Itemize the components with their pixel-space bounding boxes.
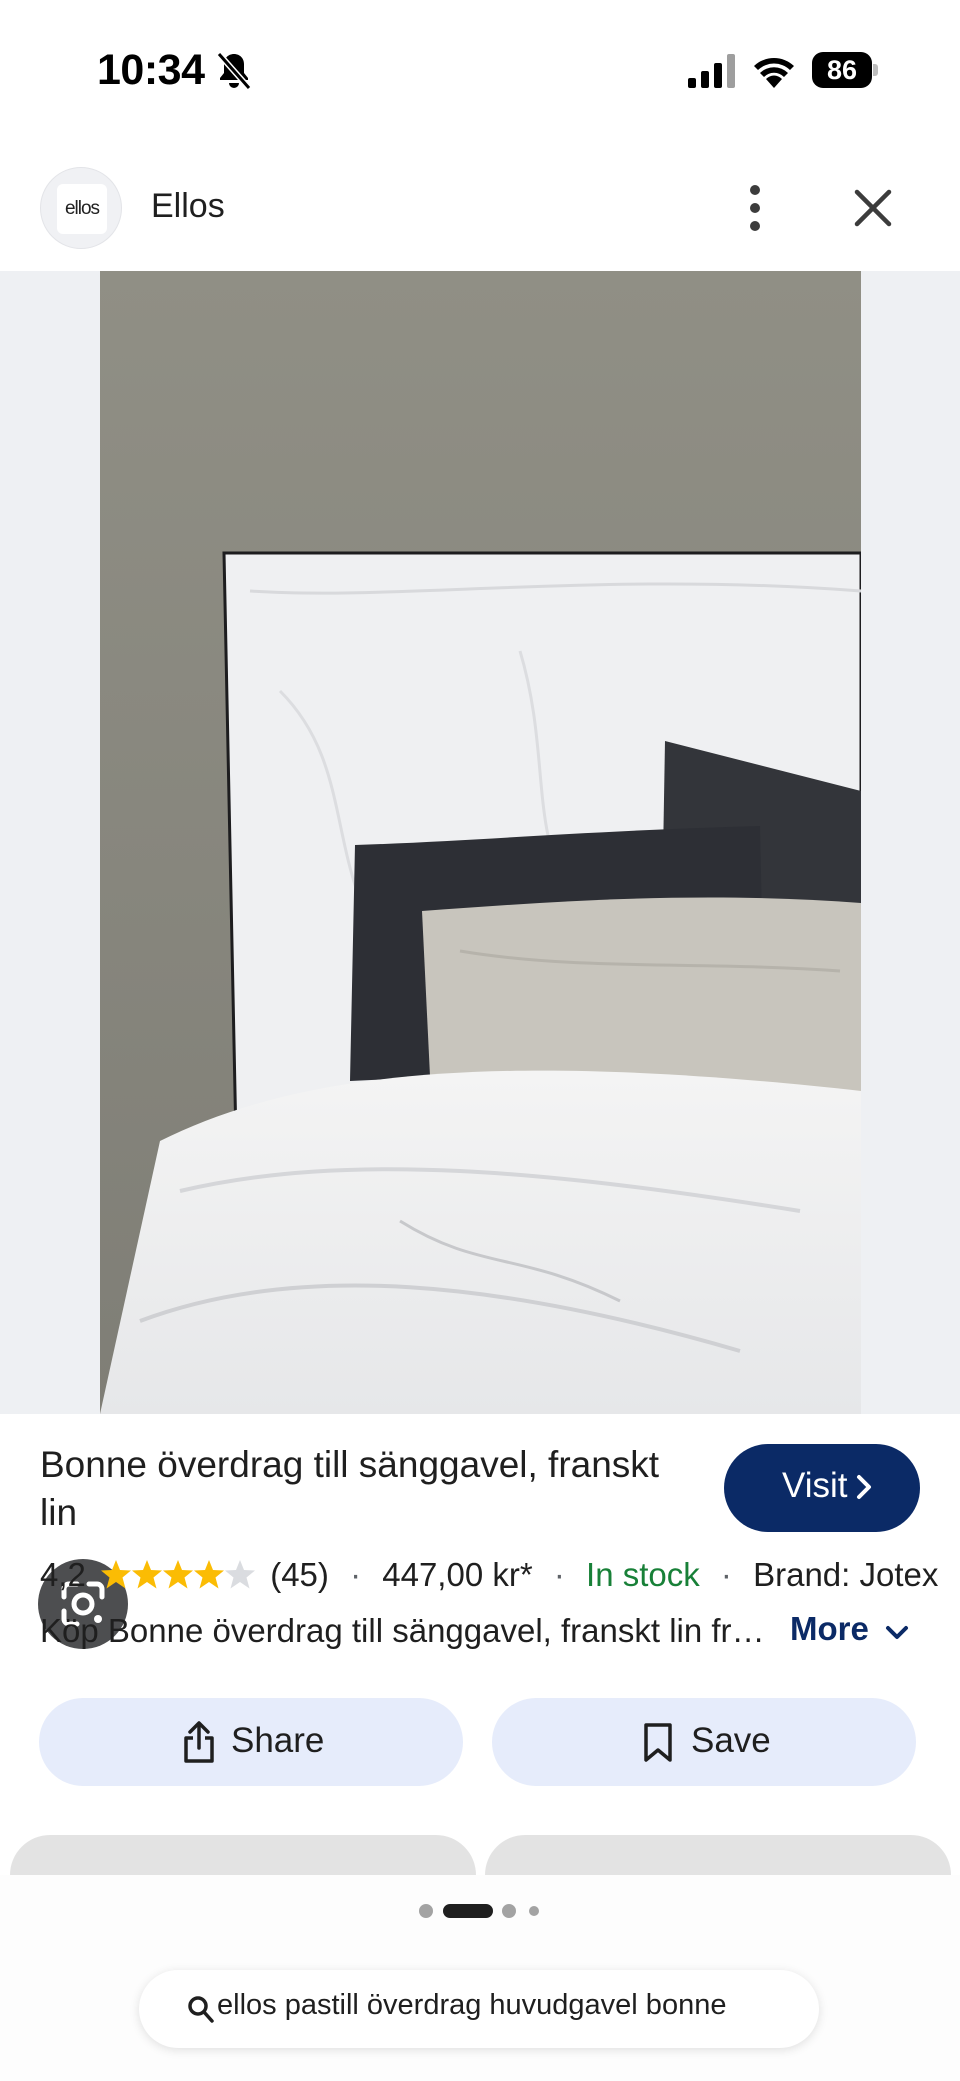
share-icon (184, 1721, 214, 1763)
source-header: ellos Ellos (0, 150, 960, 270)
separator: · (553, 1556, 565, 1594)
wifi-icon (754, 58, 794, 88)
site-name[interactable]: Ellos (151, 187, 225, 226)
rating-stars (101, 1560, 256, 1589)
separator: · (720, 1556, 732, 1594)
rating-value: 4,2 (40, 1556, 86, 1594)
separator: · (350, 1556, 362, 1594)
status-bar: 10:34 86 (0, 0, 960, 140)
product-title[interactable]: Bonne överdrag till sänggavel, franskt l… (40, 1441, 680, 1537)
product-meta-row: 4,2 (45) · 447,00 kr* · In stock · Brand… (40, 1554, 938, 1600)
review-count[interactable]: (45) (270, 1556, 329, 1594)
share-button[interactable]: Share (39, 1698, 463, 1786)
pagination-dots (0, 1900, 960, 1918)
search-icon (188, 1996, 214, 2023)
image-viewer[interactable] (0, 271, 960, 1649)
stock-status: In stock (586, 1556, 700, 1594)
star-icon (101, 1560, 132, 1589)
more-vert-icon[interactable] (735, 182, 775, 234)
battery-icon: 86 (812, 52, 878, 88)
cellular-signal-icon (688, 54, 735, 88)
page-dot-active[interactable] (443, 1904, 493, 1918)
brand: Brand: Jotex (753, 1556, 939, 1594)
bell-slash-icon (216, 52, 252, 90)
product-image[interactable] (100, 271, 861, 1414)
page-dot[interactable] (529, 1906, 539, 1916)
star-icon (194, 1560, 225, 1589)
site-logo-text: ellos (57, 184, 107, 234)
price: 447,00 kr* (382, 1556, 533, 1594)
chevron-right-icon[interactable] (852, 1472, 876, 1502)
site-logo[interactable]: ellos (40, 167, 122, 249)
related-card[interactable] (10, 1835, 476, 1875)
save-label: Save (691, 1721, 771, 1760)
search-query: ellos pastill överdrag huvudgavel bonne (217, 1989, 727, 2021)
chevron-down-icon[interactable] (884, 1622, 910, 1644)
page-dot[interactable] (419, 1904, 433, 1918)
bookmark-icon (644, 1723, 672, 1762)
star-icon (132, 1560, 163, 1589)
more-button[interactable]: More (790, 1610, 869, 1648)
status-time: 10:34 (97, 46, 205, 94)
battery-cap (873, 64, 878, 76)
visit-button-label[interactable]: Visit (782, 1466, 848, 1506)
battery-level: 86 (812, 52, 872, 88)
product-description: Köp Bonne överdrag till sänggavel, frans… (40, 1612, 770, 1649)
star-icon (163, 1560, 194, 1589)
share-label: Share (231, 1721, 325, 1760)
star-icon (225, 1560, 256, 1589)
close-icon[interactable] (848, 182, 898, 234)
save-button[interactable]: Save (492, 1698, 916, 1786)
page-dot[interactable] (502, 1904, 516, 1918)
search-query-pill[interactable]: ellos pastill överdrag huvudgavel bonne (139, 1970, 819, 2048)
related-card[interactable] (485, 1835, 951, 1875)
